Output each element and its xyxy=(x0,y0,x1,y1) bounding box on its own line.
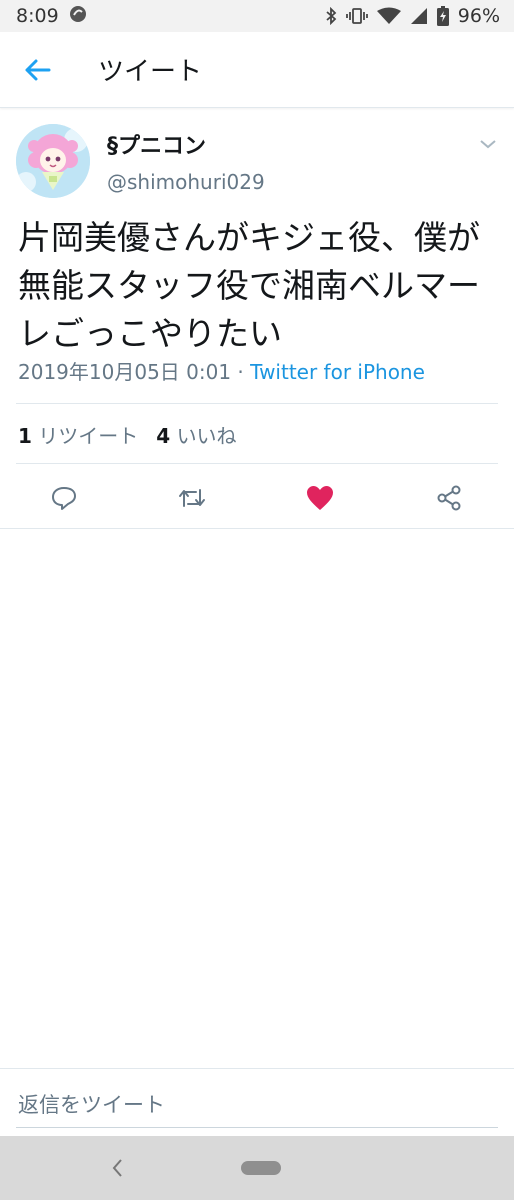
reply-underline xyxy=(16,1127,498,1128)
chevron-left-icon xyxy=(112,1159,122,1177)
data-saver-icon xyxy=(69,5,87,28)
arrow-left-icon xyxy=(25,59,51,80)
like-count: 4 xyxy=(156,424,171,448)
tweet-timestamp: 2019年10月05日 0:01 xyxy=(18,360,232,384)
like-stat[interactable]: 4 いいね xyxy=(156,420,236,449)
retweet-count: 1 xyxy=(18,424,32,448)
retweet-button[interactable] xyxy=(176,482,208,514)
like-label: いいね xyxy=(176,424,237,448)
share-icon xyxy=(437,485,461,511)
app-header: ツイート xyxy=(0,32,514,108)
back-button[interactable] xyxy=(18,50,58,90)
vibrate-icon xyxy=(345,7,368,25)
reply-input[interactable]: 返信をツイート xyxy=(18,1089,165,1119)
page-title: ツイート xyxy=(98,57,203,87)
tweet-source-link[interactable]: Twitter for iPhone xyxy=(250,360,425,384)
signal-icon xyxy=(410,7,428,25)
divider xyxy=(16,463,498,464)
user-handle: @shimohuri029 xyxy=(107,170,265,194)
system-nav-bar xyxy=(0,1136,514,1200)
retweet-icon xyxy=(179,489,205,507)
share-button[interactable] xyxy=(433,482,465,514)
avatar[interactable] xyxy=(16,124,90,198)
tweet-stats: 1 リツイート 4 いいね xyxy=(18,420,237,449)
reply-icon xyxy=(52,487,76,510)
battery-percent: 96% xyxy=(457,5,500,27)
tweet-meta: 2019年10月05日 0:01 · Twitter for iPhone xyxy=(18,356,425,385)
retweet-label: リツイート xyxy=(38,424,139,448)
reply-button[interactable] xyxy=(48,482,80,514)
tweet-author[interactable]: §プニコン @shimohuri029 xyxy=(107,128,265,194)
tweet-bottom-divider xyxy=(0,528,514,529)
meta-separator: · xyxy=(231,360,251,384)
like-button[interactable] xyxy=(304,482,336,514)
tweet-detail-screen: 8:09 96% ツイート §プニコン @shimohuri029 片岡美優さん… xyxy=(0,0,514,1200)
heart-icon xyxy=(307,486,333,510)
status-time: 8:09 xyxy=(16,5,59,27)
wifi-icon xyxy=(376,7,401,25)
status-bar: 8:09 96% xyxy=(0,0,514,32)
bluetooth-icon xyxy=(325,7,337,25)
divider xyxy=(16,403,498,404)
nav-back-button[interactable] xyxy=(106,1154,130,1182)
nav-home-pill[interactable] xyxy=(241,1161,281,1175)
more-options-button[interactable] xyxy=(478,136,498,150)
reply-bar: 返信をツイート xyxy=(0,1068,514,1136)
display-name: §プニコン xyxy=(107,134,207,159)
tweet-text: 片岡美優さんがキジェ役、僕が無能スタッフ役で湘南ベルマーレごっこやりたい xyxy=(18,218,480,353)
retweet-stat[interactable]: 1 リツイート xyxy=(18,420,138,449)
chevron-down-icon xyxy=(480,140,496,149)
tweet-actions xyxy=(0,468,514,528)
battery-icon xyxy=(436,6,449,26)
